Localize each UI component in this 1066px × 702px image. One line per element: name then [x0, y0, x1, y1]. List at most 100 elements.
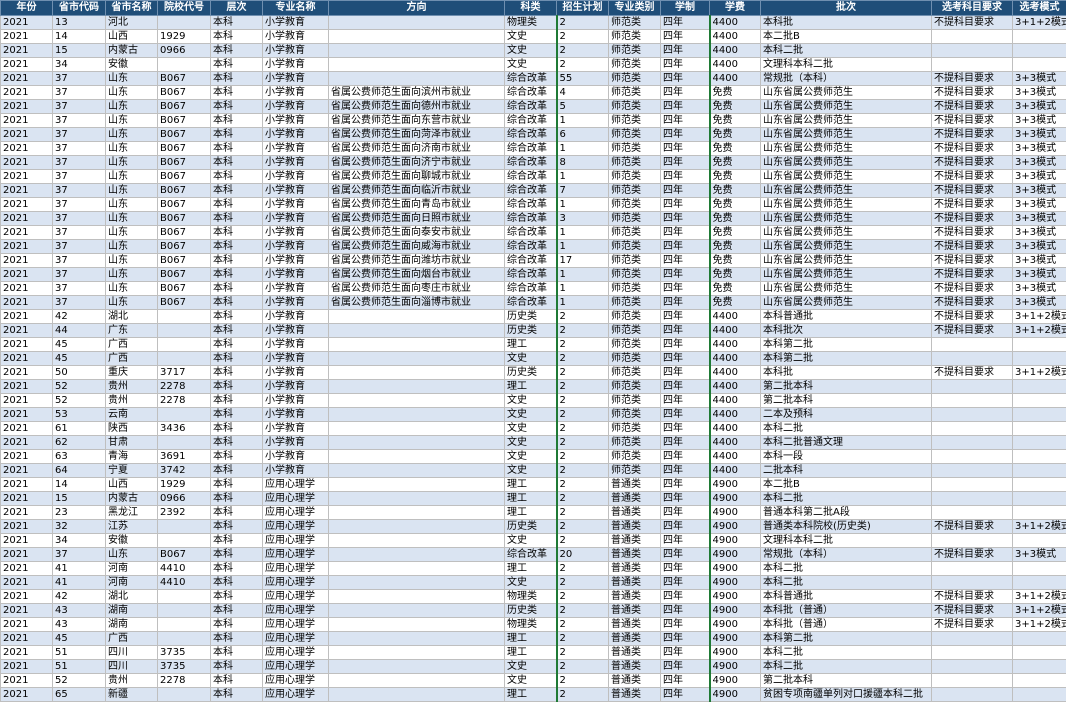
cell-direction[interactable]: 省属公费师范生面向菏泽市就业 [329, 128, 505, 142]
cell-direction[interactable] [329, 618, 505, 632]
cell-major-name[interactable]: 小学教育 [263, 184, 329, 198]
cell-enroll-plan[interactable]: 6 [557, 128, 609, 142]
table-row[interactable]: 202132江苏本科应用心理学历史类2普通类四年4900普通类本科院校(历史类)… [1, 520, 1066, 534]
cell-year[interactable]: 2021 [1, 464, 53, 478]
cell-province-name[interactable]: 山东 [106, 184, 158, 198]
cell-level[interactable]: 本科 [211, 394, 263, 408]
cell-batch[interactable]: 本科二批 [761, 422, 932, 436]
cell-tuition[interactable]: 免费 [710, 282, 761, 296]
cell-batch[interactable]: 本科第二批 [761, 632, 932, 646]
cell-exam-mode[interactable]: 3+3模式 [1013, 170, 1066, 184]
cell-tuition[interactable]: 4900 [710, 520, 761, 534]
cell-batch[interactable]: 第二批本科 [761, 394, 932, 408]
cell-exam-mode[interactable]: 3+3模式 [1013, 86, 1066, 100]
cell-direction[interactable] [329, 646, 505, 660]
cell-enroll-plan[interactable]: 1 [557, 296, 609, 310]
cell-province-name[interactable]: 广西 [106, 352, 158, 366]
cell-subject-requirement[interactable] [932, 394, 1013, 408]
cell-major-category[interactable]: 师范类 [609, 366, 661, 380]
cell-year[interactable]: 2021 [1, 58, 53, 72]
cell-year[interactable]: 2021 [1, 562, 53, 576]
cell-province-code[interactable]: 37 [53, 268, 106, 282]
cell-province-name[interactable]: 湖北 [106, 590, 158, 604]
cell-tuition[interactable]: 4900 [710, 506, 761, 520]
cell-province-code[interactable]: 37 [53, 114, 106, 128]
cell-batch[interactable]: 山东省属公费师范生 [761, 212, 932, 226]
table-row[interactable]: 202153云南本科小学教育文史2师范类四年4400二本及预科 [1, 408, 1066, 422]
cell-major-name[interactable]: 小学教育 [263, 16, 329, 30]
cell-enroll-plan[interactable]: 2 [557, 44, 609, 58]
cell-province-name[interactable]: 甘肃 [106, 436, 158, 450]
table-row[interactable]: 202137山东B067本科小学教育省属公费师范生面向潍坊市就业综合改革17师范… [1, 254, 1066, 268]
cell-subject-type[interactable]: 文史 [505, 464, 557, 478]
cell-tuition[interactable]: 4400 [710, 324, 761, 338]
cell-major-name[interactable]: 小学教育 [263, 72, 329, 86]
cell-exam-mode[interactable]: 3+3模式 [1013, 156, 1066, 170]
cell-subject-requirement[interactable] [932, 576, 1013, 590]
cell-subject-requirement[interactable] [932, 506, 1013, 520]
cell-enroll-plan[interactable]: 2 [557, 30, 609, 44]
cell-province-name[interactable]: 山东 [106, 86, 158, 100]
cell-tuition[interactable]: 免费 [710, 198, 761, 212]
cell-tuition[interactable]: 4900 [710, 590, 761, 604]
table-row[interactable]: 202163青海3691本科小学教育文史2师范类四年4400本科一段 [1, 450, 1066, 464]
cell-enroll-plan[interactable]: 1 [557, 198, 609, 212]
cell-province-name[interactable]: 广西 [106, 632, 158, 646]
cell-level[interactable]: 本科 [211, 226, 263, 240]
cell-level[interactable]: 本科 [211, 688, 263, 702]
table-row[interactable]: 202143湖南本科应用心理学物理类2普通类四年4900本科批（普通）不提科目要… [1, 618, 1066, 632]
cell-batch[interactable]: 山东省属公费师范生 [761, 198, 932, 212]
cell-subject-type[interactable]: 综合改革 [505, 100, 557, 114]
cell-direction[interactable]: 省属公费师范生面向日照市就业 [329, 212, 505, 226]
cell-major-category[interactable]: 师范类 [609, 156, 661, 170]
cell-major-name[interactable]: 小学教育 [263, 436, 329, 450]
cell-subject-requirement[interactable] [932, 450, 1013, 464]
cell-subject-type[interactable]: 文史 [505, 450, 557, 464]
cell-batch[interactable]: 本科批次 [761, 324, 932, 338]
cell-school-code[interactable]: B067 [158, 282, 211, 296]
cell-enroll-plan[interactable]: 2 [557, 674, 609, 688]
cell-enroll-plan[interactable]: 2 [557, 422, 609, 436]
cell-subject-type[interactable]: 文史 [505, 408, 557, 422]
cell-direction[interactable]: 省属公费师范生面向枣庄市就业 [329, 282, 505, 296]
cell-batch[interactable]: 普通本科第二批A段 [761, 506, 932, 520]
cell-level[interactable]: 本科 [211, 366, 263, 380]
cell-level[interactable]: 本科 [211, 534, 263, 548]
cell-exam-mode[interactable] [1013, 464, 1066, 478]
cell-subject-type[interactable]: 理工 [505, 646, 557, 660]
cell-subject-type[interactable]: 理工 [505, 562, 557, 576]
cell-subject-requirement[interactable] [932, 436, 1013, 450]
cell-subject-type[interactable]: 文史 [505, 394, 557, 408]
cell-enroll-plan[interactable]: 2 [557, 58, 609, 72]
cell-major-category[interactable]: 师范类 [609, 436, 661, 450]
cell-major-name[interactable]: 应用心理学 [263, 604, 329, 618]
cell-province-name[interactable]: 湖南 [106, 604, 158, 618]
cell-province-name[interactable]: 山东 [106, 296, 158, 310]
cell-major-category[interactable]: 师范类 [609, 100, 661, 114]
cell-province-name[interactable]: 江苏 [106, 520, 158, 534]
cell-subject-type[interactable]: 理工 [505, 492, 557, 506]
cell-enroll-plan[interactable]: 2 [557, 338, 609, 352]
cell-batch[interactable]: 山东省属公费师范生 [761, 268, 932, 282]
cell-year[interactable]: 2021 [1, 408, 53, 422]
cell-level[interactable]: 本科 [211, 436, 263, 450]
cell-major-name[interactable]: 应用心理学 [263, 618, 329, 632]
cell-duration[interactable]: 四年 [661, 226, 710, 240]
cell-duration[interactable]: 四年 [661, 492, 710, 506]
cell-major-category[interactable]: 师范类 [609, 86, 661, 100]
cell-year[interactable]: 2021 [1, 674, 53, 688]
cell-province-code[interactable]: 42 [53, 310, 106, 324]
cell-subject-type[interactable]: 文史 [505, 30, 557, 44]
cell-batch[interactable]: 贫困专项南疆单列对口援疆本科二批 [761, 688, 932, 702]
cell-direction[interactable] [329, 674, 505, 688]
cell-major-name[interactable]: 小学教育 [263, 268, 329, 282]
cell-major-category[interactable]: 师范类 [609, 30, 661, 44]
cell-year[interactable]: 2021 [1, 534, 53, 548]
cell-level[interactable]: 本科 [211, 16, 263, 30]
cell-major-name[interactable]: 小学教育 [263, 226, 329, 240]
cell-subject-type[interactable]: 文史 [505, 44, 557, 58]
cell-duration[interactable]: 四年 [661, 366, 710, 380]
cell-province-code[interactable]: 43 [53, 604, 106, 618]
cell-subject-requirement[interactable]: 不提科目要求 [932, 142, 1013, 156]
cell-province-name[interactable]: 河南 [106, 562, 158, 576]
